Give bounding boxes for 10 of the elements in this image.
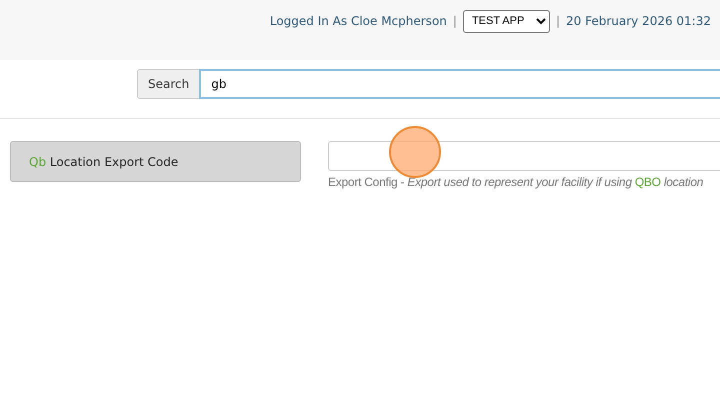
hint-text: Export Config - Export used to represent your facility if using QBO location — [328, 175, 704, 189]
search-field[interactable]: gb — [199, 69, 720, 99]
click-marker — [389, 126, 441, 178]
date-time: 20 February 2026 01:32 — [566, 14, 711, 28]
logged-in-user: Logged In As Cloe Mcpherson — [270, 14, 447, 28]
separator: | — [556, 14, 560, 28]
search-button[interactable]: Search — [137, 69, 200, 99]
separator: | — [452, 14, 457, 28]
setting-label: Qb Location Export Code — [10, 141, 301, 182]
app-select[interactable]: TEST APP — [462, 10, 550, 32]
